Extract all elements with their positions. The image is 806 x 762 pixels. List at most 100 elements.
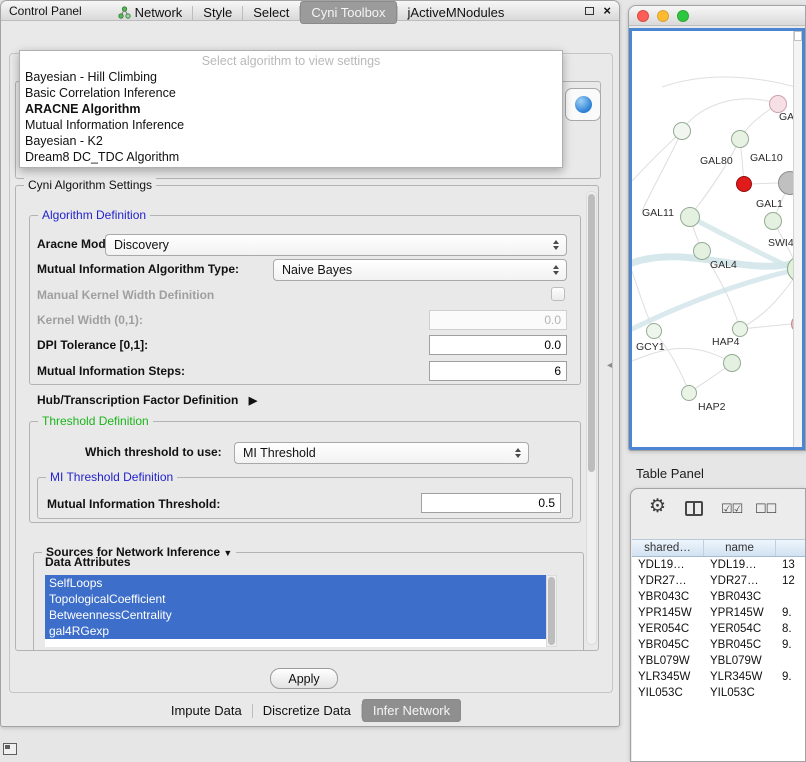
dropdown-item[interactable]: Basic Correlation Inference bbox=[20, 85, 562, 101]
manual-kernel-width-checkbox[interactable] bbox=[551, 287, 565, 301]
network-node[interactable] bbox=[646, 323, 662, 339]
tab-discretize-data-label: Discretize Data bbox=[263, 703, 351, 718]
cyni-algorithm-settings-legend: Cyni Algorithm Settings bbox=[24, 178, 156, 192]
network-canvas[interactable]: GAL80 GAL10 GAL11 GAL1 SWI4 GAL4 GCY1 HA… bbox=[629, 28, 805, 450]
minimized-panel-icon[interactable] bbox=[3, 743, 17, 755]
apply-button-label: Apply bbox=[288, 672, 319, 686]
table-row[interactable]: YBR045C YBR045C 9. bbox=[632, 637, 806, 653]
network-node-label: GAL80 bbox=[700, 155, 733, 167]
attribute-item-selected[interactable]: TopologicalCoefficient bbox=[45, 591, 546, 607]
settings-scrollbar-thumb[interactable] bbox=[588, 194, 595, 472]
cell-value: 9. bbox=[776, 605, 806, 621]
which-threshold-dropdown[interactable]: MI Threshold bbox=[234, 442, 529, 464]
combo-arrows-icon bbox=[512, 443, 524, 463]
chevron-right-icon: ▶ bbox=[249, 395, 257, 407]
mi-algorithm-type-dropdown[interactable]: Naive Bayes bbox=[273, 259, 567, 281]
network-icon bbox=[118, 6, 131, 19]
network-node[interactable] bbox=[680, 207, 700, 227]
algorithm-info-button[interactable] bbox=[565, 88, 601, 121]
column-header-shared-name[interactable]: shared… bbox=[632, 540, 704, 556]
mi-threshold-input[interactable] bbox=[421, 493, 561, 513]
aracne-mode-value: Discovery bbox=[114, 238, 169, 252]
column-header-name[interactable]: name bbox=[704, 540, 776, 556]
tab-impute-data[interactable]: Impute Data bbox=[161, 700, 252, 721]
network-window-titlebar[interactable] bbox=[629, 6, 805, 26]
cell-name: YBR043C bbox=[704, 589, 776, 605]
tab-discretize-data[interactable]: Discretize Data bbox=[253, 700, 361, 721]
hub-definition-toggle[interactable]: Hub/Transcription Factor Definition ▶ bbox=[37, 393, 257, 407]
kernel-width-input[interactable] bbox=[429, 310, 567, 330]
column-header-partial[interactable] bbox=[776, 540, 806, 556]
cell-name: YDR27… bbox=[704, 573, 776, 589]
table-panel-window: ⚙ ☑☑ ☐☐ shared… name YDL19… YDL19… 13 YD… bbox=[630, 488, 806, 762]
tab-style-label: Style bbox=[203, 5, 232, 20]
network-node[interactable] bbox=[723, 354, 741, 372]
dropdown-item[interactable]: Bayesian - K2 bbox=[20, 133, 562, 149]
network-node-label: GAL10 bbox=[750, 152, 783, 164]
dropdown-item-selected[interactable]: ARACNE Algorithm bbox=[20, 101, 562, 117]
scroll-arrow-icon[interactable] bbox=[794, 31, 802, 41]
tab-style[interactable]: Style bbox=[193, 2, 242, 23]
table-row[interactable]: YDR27… YDR27… 12 bbox=[632, 573, 806, 589]
tab-network[interactable]: Network bbox=[108, 2, 193, 23]
zoom-traffic-icon[interactable] bbox=[677, 10, 689, 22]
close-traffic-icon[interactable] bbox=[637, 10, 649, 22]
tab-cyni-toolbox[interactable]: Cyni Toolbox bbox=[300, 1, 396, 24]
tab-jactivemodules[interactable]: jActiveMNodules bbox=[398, 2, 515, 23]
aracne-mode-dropdown[interactable]: Discovery bbox=[105, 234, 567, 256]
table-row[interactable]: YER054C YER054C 8. bbox=[632, 621, 806, 637]
table-row[interactable]: YLR345W YLR345W 9. bbox=[632, 669, 806, 685]
tab-infer-network[interactable]: Infer Network bbox=[362, 699, 461, 722]
cell-shared-name: YBR043C bbox=[632, 589, 704, 605]
network-scrollbar[interactable] bbox=[793, 31, 802, 447]
attribute-item-selected[interactable]: SelfLoops bbox=[45, 575, 546, 591]
network-node[interactable] bbox=[764, 212, 782, 230]
attribute-item-selected[interactable]: BetweennessCentrality bbox=[45, 607, 546, 623]
table-row[interactable]: YBL079W YBL079W bbox=[632, 653, 806, 669]
cell-shared-name: YDL19… bbox=[632, 557, 704, 573]
table-row[interactable]: YIL053C YIL053C bbox=[632, 685, 806, 701]
attribute-list-scrollbar[interactable] bbox=[546, 575, 557, 647]
select-all-icon[interactable]: ☑☑ bbox=[721, 501, 742, 517]
network-view-window: GAL80 GAL10 GAL11 GAL1 SWI4 GAL4 GCY1 HA… bbox=[628, 5, 806, 451]
network-node[interactable] bbox=[731, 130, 749, 148]
manual-kernel-width-label: Manual Kernel Width Definition bbox=[37, 288, 214, 302]
dropdown-item[interactable]: Dream8 DC_TDC Algorithm bbox=[20, 149, 562, 165]
network-node-label: GAL1 bbox=[756, 198, 783, 210]
minimize-traffic-icon[interactable] bbox=[657, 10, 669, 22]
gear-icon[interactable]: ⚙ bbox=[649, 495, 666, 518]
attribute-list-scrollbar-thumb[interactable] bbox=[548, 577, 555, 645]
table-row[interactable]: YBR043C YBR043C bbox=[632, 589, 806, 605]
network-node[interactable] bbox=[681, 385, 697, 401]
tab-jactivemodules-label: jActiveMNodules bbox=[408, 5, 505, 20]
network-node-red[interactable] bbox=[736, 176, 752, 192]
table-header: shared… name bbox=[632, 539, 806, 557]
settings-scrollbar[interactable] bbox=[586, 191, 597, 645]
table-row[interactable]: YDL19… YDL19… 13 bbox=[632, 557, 806, 573]
network-node[interactable] bbox=[693, 242, 711, 260]
which-threshold-label: Which threshold to use: bbox=[85, 445, 222, 459]
apply-button[interactable]: Apply bbox=[270, 668, 338, 689]
network-node[interactable] bbox=[673, 122, 691, 140]
threshold-definition-legend: Threshold Definition bbox=[38, 414, 153, 428]
dpi-tolerance-input[interactable] bbox=[429, 335, 567, 355]
globe-icon bbox=[575, 96, 592, 113]
tab-select[interactable]: Select bbox=[243, 2, 299, 23]
table-body: YDL19… YDL19… 13 YDR27… YDR27… 12 YBR043… bbox=[632, 557, 806, 762]
network-node[interactable] bbox=[732, 321, 748, 337]
deselect-all-icon[interactable]: ☐☐ bbox=[755, 501, 776, 517]
mi-steps-input[interactable] bbox=[429, 361, 567, 381]
cell-shared-name: YBL079W bbox=[632, 653, 704, 669]
data-attributes-label: Data Attributes bbox=[45, 555, 131, 569]
table-row[interactable]: YPR145W YPR145W 9. bbox=[632, 605, 806, 621]
columns-icon[interactable] bbox=[685, 501, 703, 516]
split-pane-collapse-arrow[interactable]: ◂ bbox=[607, 360, 612, 371]
control-panel-window: Control Panel × Network Style Se bbox=[0, 0, 620, 727]
chevron-down-icon: ▼ bbox=[223, 548, 232, 558]
table-panel-title: Table Panel bbox=[636, 466, 704, 481]
dropdown-item[interactable]: Bayesian - Hill Climbing bbox=[20, 69, 562, 85]
cell-shared-name: YER054C bbox=[632, 621, 704, 637]
tab-cyni-toolbox-label: Cyni Toolbox bbox=[311, 5, 385, 20]
dropdown-item[interactable]: Mutual Information Inference bbox=[20, 117, 562, 133]
attribute-item-selected[interactable]: gal4RGexp bbox=[45, 623, 546, 639]
